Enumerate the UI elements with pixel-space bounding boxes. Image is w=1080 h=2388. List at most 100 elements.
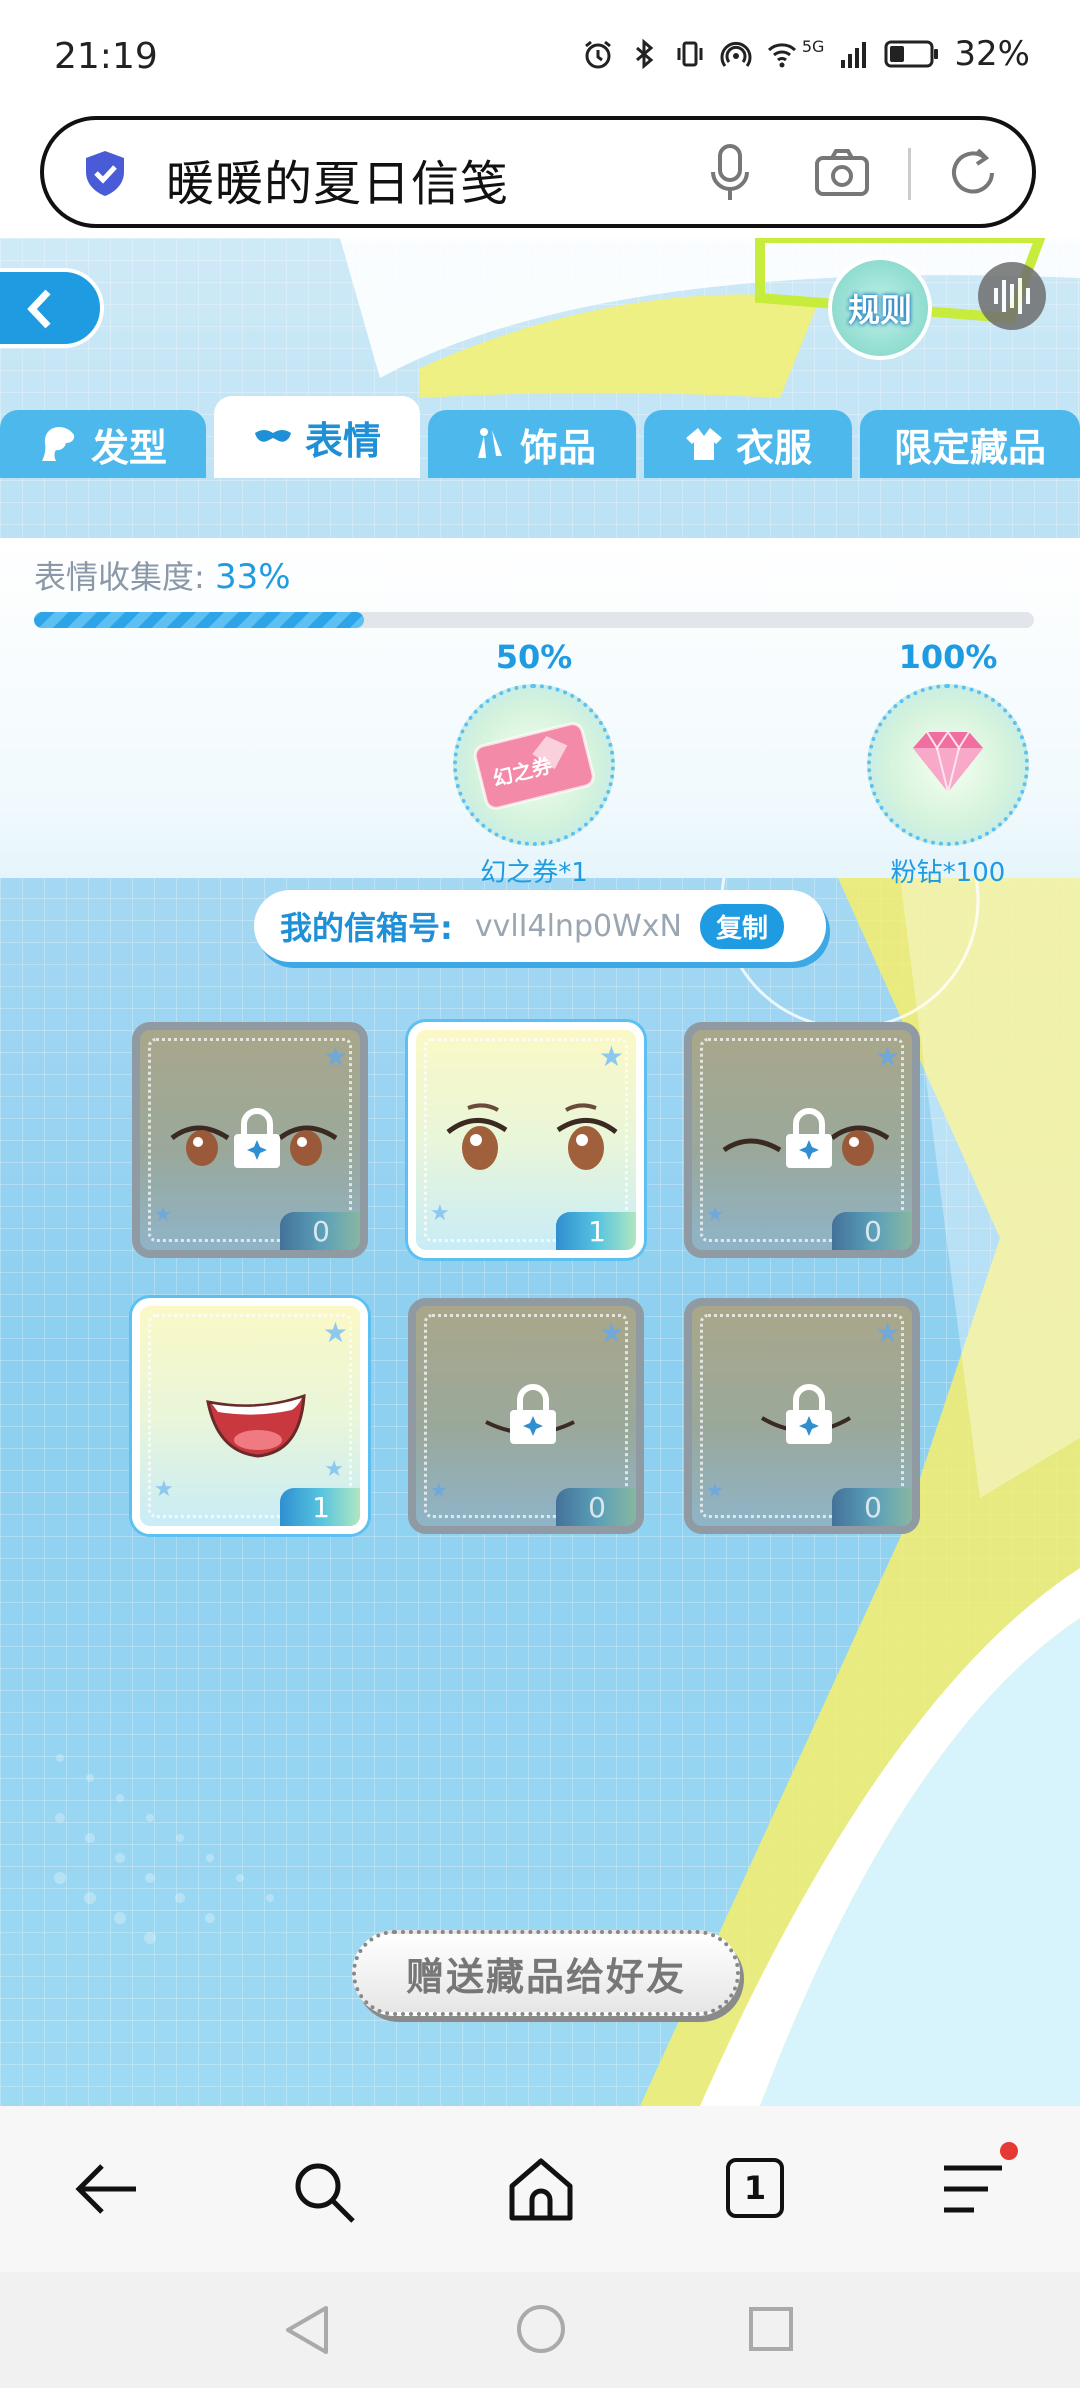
expression-item[interactable]: ★ ★ 0 <box>408 1298 644 1534</box>
lock-icon <box>786 1108 832 1168</box>
signal-icon <box>841 42 867 68</box>
nav-home-icon[interactable] <box>514 2302 568 2356</box>
star-icon: ★ <box>324 1457 344 1482</box>
lock-icon <box>786 1384 832 1444</box>
tab-clothes[interactable]: 衣服 <box>644 410 852 478</box>
collection-progress-fill <box>34 612 364 628</box>
expression-item[interactable]: ★ ★ ★ 1 <box>132 1298 368 1534</box>
diamond-icon <box>913 730 983 793</box>
clothes-icon <box>685 428 722 460</box>
star-icon: ★ <box>874 1040 900 1073</box>
battery-icon <box>884 40 939 68</box>
mailbox-id-box: 我的信箱号: vvlI4lnp0WxN 复制 <box>254 890 826 962</box>
vibrate-icon <box>677 41 703 67</box>
item-count: 1 <box>280 1488 360 1526</box>
alarm-icon <box>584 40 611 69</box>
collection-value: 33% <box>214 557 291 597</box>
star-icon: ★ <box>154 1202 172 1226</box>
sound-button[interactable] <box>978 262 1046 330</box>
collection-label-text: 表情收集度: <box>34 558 205 596</box>
bluetooth-icon <box>635 38 654 70</box>
milestone-percent: 50% <box>495 638 573 676</box>
search-icon[interactable] <box>292 2160 358 2226</box>
tab-expression[interactable]: 表情 <box>214 396 420 478</box>
nav-recents-icon[interactable] <box>746 2304 796 2354</box>
address-separator <box>908 148 911 200</box>
menu-icon[interactable] <box>940 2164 1006 2214</box>
wifi-icon <box>767 43 796 68</box>
milestone-100[interactable]: 100% 粉钻*100 <box>858 638 1038 889</box>
tab-hair[interactable]: 发型 <box>0 410 206 478</box>
milestone-reward-name: 幻之券*1 <box>480 858 588 888</box>
item-count: 0 <box>280 1212 360 1250</box>
shield-icon <box>86 151 124 196</box>
ticket-icon: 幻之券 <box>473 722 595 810</box>
milestone-reward-name: 粉钻*100 <box>890 858 1006 888</box>
star-icon: ★ <box>430 1201 450 1226</box>
item-count: 0 <box>832 1488 912 1526</box>
battery-percent: 32% <box>954 34 1030 74</box>
address-bar[interactable]: 暖暖的夏日信笺 <box>40 116 1036 228</box>
eyes-icon <box>446 1103 618 1170</box>
star-icon: ★ <box>874 1316 900 1349</box>
milestone-reward-circle[interactable] <box>867 684 1029 846</box>
tab-label: 衣服 <box>735 425 812 470</box>
star-icon: ★ <box>154 1477 174 1502</box>
expression-item[interactable]: ★ ★ 0 <box>684 1298 920 1534</box>
rules-button[interactable]: 规则 <box>828 256 932 360</box>
star-icon: ★ <box>322 1040 348 1073</box>
expression-item[interactable]: ★ ★ 1 <box>408 1022 644 1258</box>
tab-label: 表情 <box>304 418 381 463</box>
back-button[interactable] <box>0 268 104 348</box>
item-count: 1 <box>556 1212 636 1250</box>
tab-label: 饰品 <box>519 425 596 470</box>
copy-button[interactable]: 复制 <box>699 903 784 949</box>
hotspot-icon <box>720 41 752 67</box>
tab-limited[interactable]: 限定藏品 <box>860 410 1080 478</box>
game-area: 规则 发型 表情 饰品 衣服 限定藏品 表情收集度: 33% 50% 幻之券 幻… <box>0 238 1080 2106</box>
milestone-reward-circle[interactable]: 幻之券 <box>453 684 615 846</box>
status-icons: 5G 32% <box>582 34 1030 74</box>
milestone-50[interactable]: 50% 幻之券 幻之券*1 <box>444 638 624 889</box>
mailbox-code: vvlI4lnp0WxN <box>474 908 682 944</box>
tab-accessory[interactable]: 饰品 <box>428 410 636 478</box>
expression-item[interactable]: ★ ★ 0 <box>684 1022 920 1258</box>
lock-icon <box>234 1108 280 1168</box>
collection-progress-bar <box>34 612 1034 628</box>
back-icon[interactable] <box>74 2160 140 2218</box>
hair-icon <box>41 427 75 461</box>
mask-icon <box>254 430 291 442</box>
reload-icon[interactable] <box>944 144 1002 202</box>
lock-icon <box>510 1384 556 1444</box>
tab-label: 限定藏品 <box>893 425 1046 470</box>
collection-label: 表情收集度: 33% <box>34 552 291 598</box>
tabs-icon[interactable]: 1 <box>726 2158 784 2218</box>
star-icon: ★ <box>322 1316 348 1349</box>
expression-item[interactable]: ★ ★ 0 <box>132 1022 368 1258</box>
mailbox-label: 我的信箱号: <box>280 909 453 947</box>
sound-wave-icon <box>994 278 1030 314</box>
star-icon: ★ <box>598 1040 624 1073</box>
tab-label: 发型 <box>90 425 167 470</box>
star-icon: ★ <box>430 1478 448 1502</box>
camera-icon[interactable] <box>814 148 870 198</box>
gift-to-friend-button[interactable]: 赠送藏品给好友 <box>352 1930 740 2016</box>
star-icon: ★ <box>706 1202 724 1226</box>
item-count: 0 <box>832 1212 912 1250</box>
nav-back-icon[interactable] <box>282 2302 332 2358</box>
browser-bottom-bar: 1 <box>0 2106 1080 2272</box>
status-bar: 21:19 5G 32% <box>0 0 1080 110</box>
milestone-percent: 100% <box>898 638 998 676</box>
mic-icon[interactable] <box>710 144 750 202</box>
open-mouth-icon <box>206 1393 306 1458</box>
item-count: 0 <box>556 1488 636 1526</box>
home-icon[interactable] <box>506 2156 576 2222</box>
earring-icon <box>477 428 502 458</box>
notification-dot <box>1000 2142 1018 2160</box>
status-time: 21:19 <box>54 36 158 77</box>
chevron-left-icon <box>27 289 51 329</box>
page-title[interactable]: 暖暖的夏日信笺 <box>166 144 509 214</box>
star-icon: ★ <box>706 1478 724 1502</box>
network-type: 5G <box>801 36 825 56</box>
star-icon: ★ <box>598 1316 624 1349</box>
